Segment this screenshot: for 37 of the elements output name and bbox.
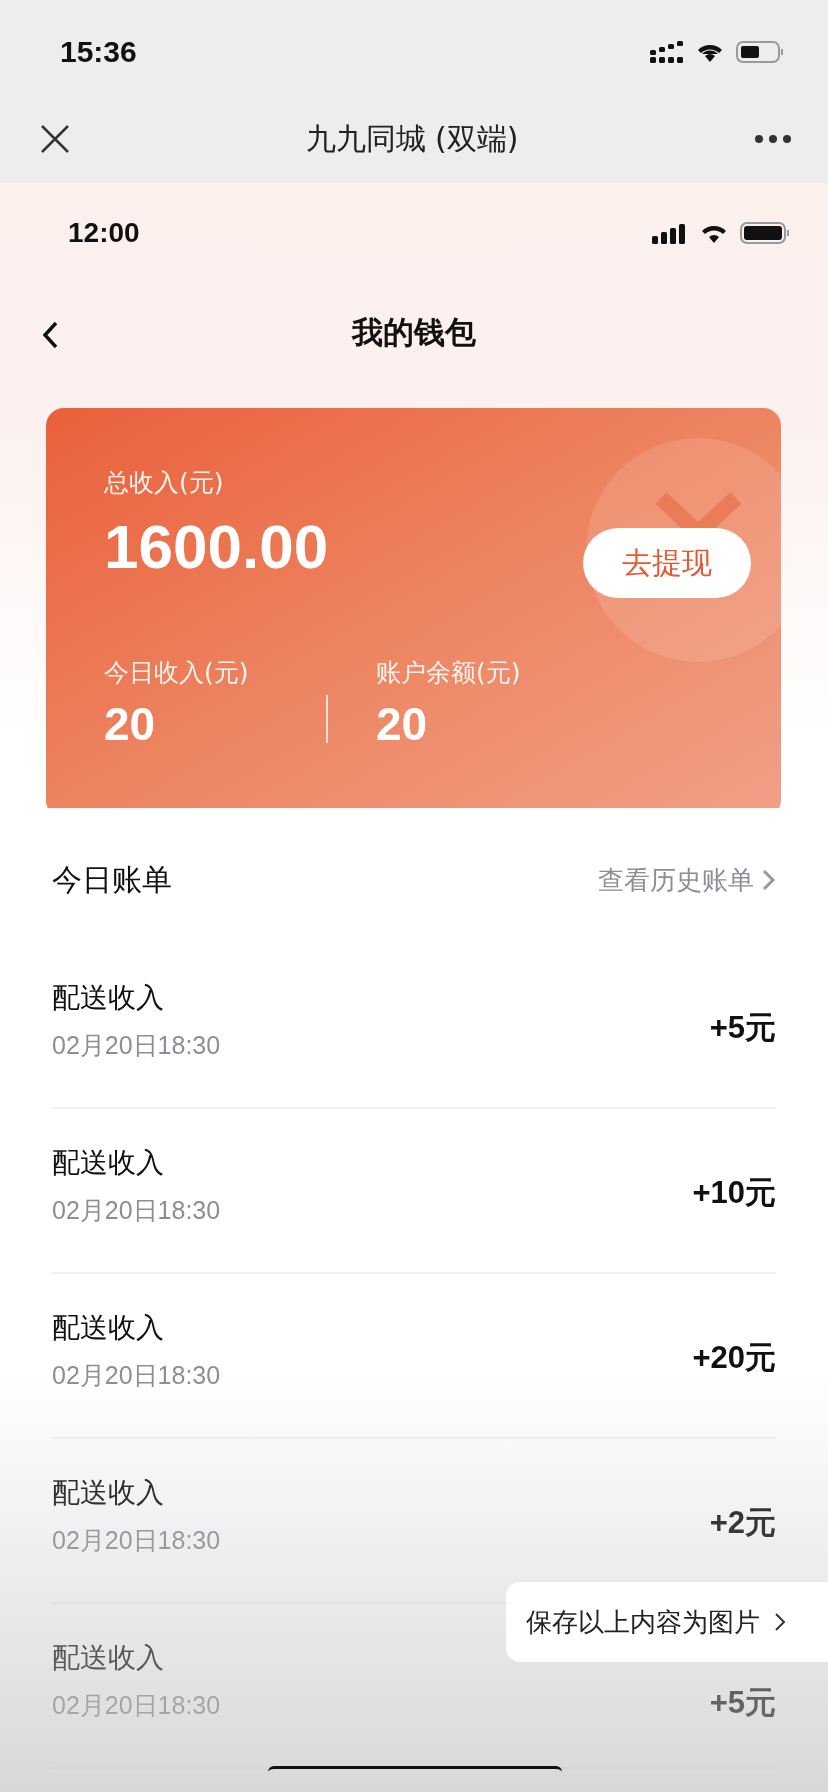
withdraw-button[interactable]: 去提现 [583,528,751,598]
bill-amount: +10元 [692,1173,776,1212]
section-title: 今日账单 [52,860,172,899]
bill-time: 02月20日18:30 [52,1195,221,1226]
bill-amount: +5元 [709,1008,776,1047]
bill-title: 配送收入 [52,980,165,1016]
bill-amount: +2元 [709,1503,776,1542]
status-time: 15:36 [60,34,137,69]
close-icon[interactable] [40,124,70,154]
battery-icon [740,221,790,245]
save-image-button[interactable]: 保存以上内容为图片 [506,1582,828,1662]
battery-icon [736,39,784,64]
stat-label: 今日收入(元) [104,657,250,689]
history-link[interactable]: 查看历史账单 [598,862,776,898]
app-title: 九九同城 (双端) [305,119,519,158]
total-income-value: 1600.00 [104,511,329,582]
bill-title: 配送收入 [52,1640,165,1676]
bill-title: 配送收入 [52,1310,165,1346]
bill-amount: +20元 [692,1338,776,1377]
total-income-label: 总收入(元) [104,467,225,499]
stat-value: 20 [104,697,157,751]
stat-value: 20 [376,697,429,751]
signal-icon [652,222,688,244]
bill-time: 02月20日18:30 [52,1525,221,1556]
stat-label: 账户余额(元) [376,657,522,689]
bill-amount: +5元 [709,1683,776,1722]
more-icon[interactable] [754,134,792,144]
bill-time: 02月20日18:30 [52,1030,221,1061]
chevron-right-icon [774,1611,786,1633]
bill-title: 配送收入 [52,1475,165,1511]
signal-icon [650,39,684,64]
status-time: 12:00 [68,217,140,249]
bill-time: 02月20日18:30 [52,1690,221,1721]
page-title: 我的钱包 [352,313,476,352]
chevron-right-icon [762,868,776,892]
bill-time: 02月20日18:30 [52,1360,221,1391]
bill-title: 配送收入 [52,1145,165,1181]
